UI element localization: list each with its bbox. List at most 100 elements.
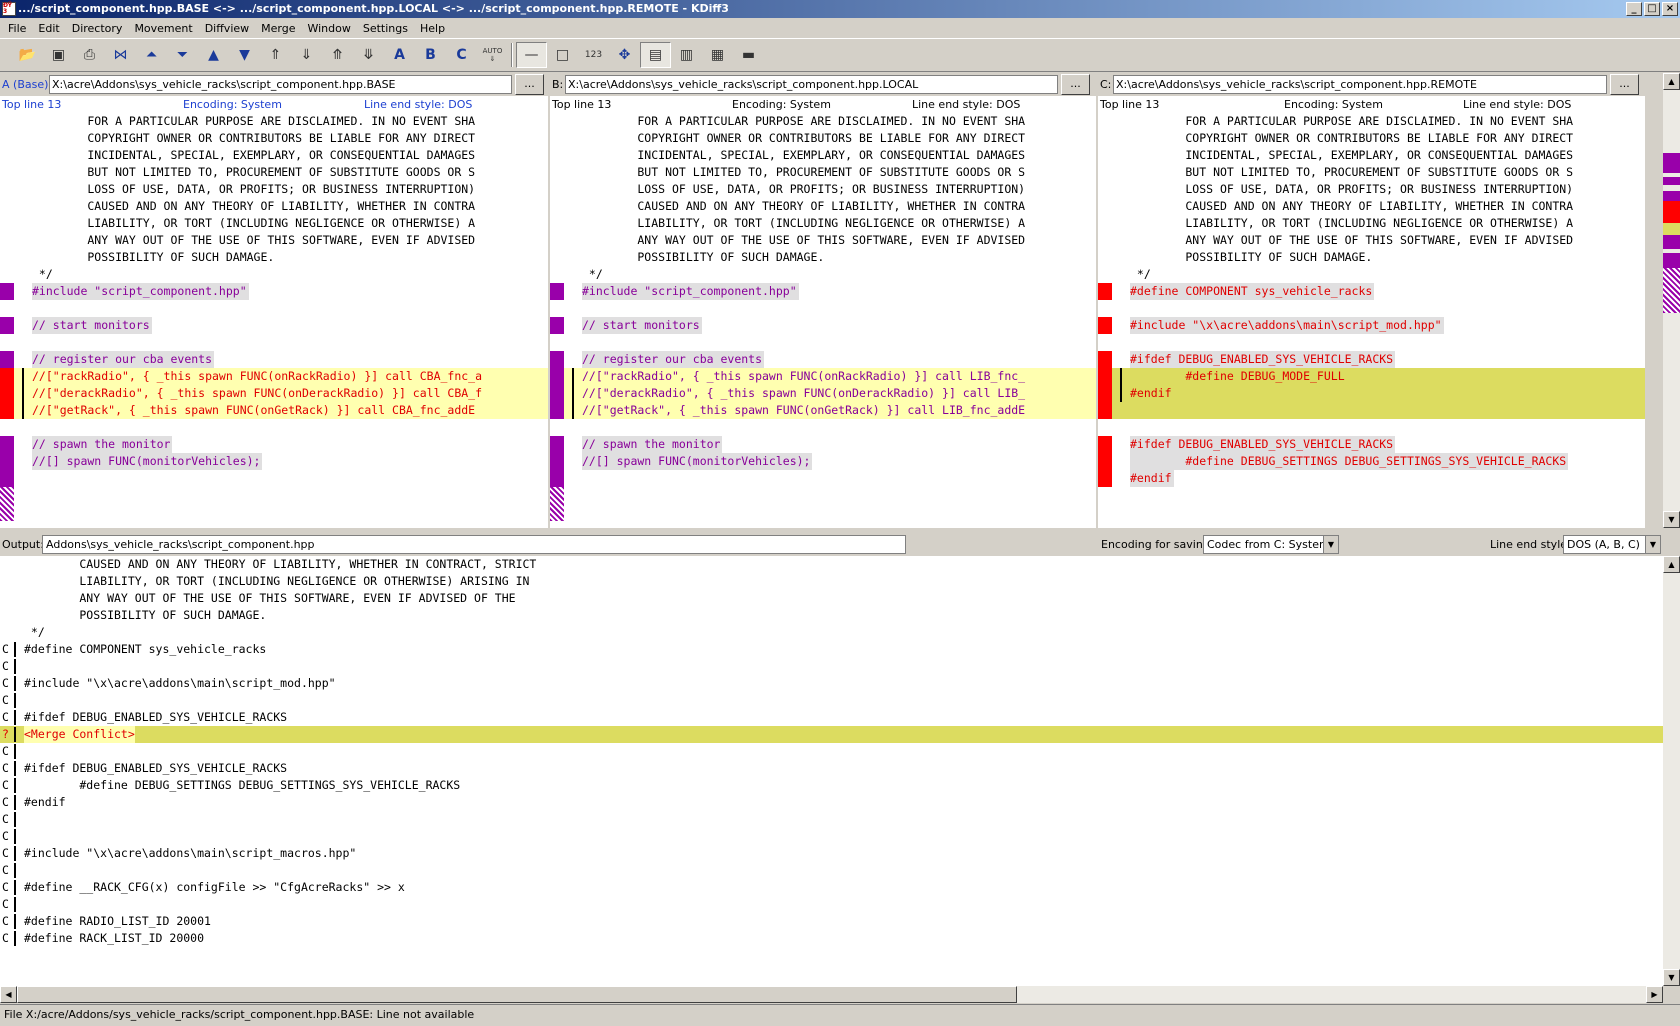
menu-settings[interactable]: Settings	[357, 22, 414, 35]
menu-diffview[interactable]: Diffview	[199, 22, 255, 35]
choose-b-label: B	[425, 47, 436, 63]
text-line: */	[582, 267, 603, 281]
pane-a-path-field[interactable]: X:\acre\Addons\sys_vehicle_racks\script_…	[49, 75, 512, 94]
layout-icon[interactable]: ▤	[640, 42, 671, 68]
text-line: #include "script_component.hpp"	[550, 283, 1096, 300]
text-line: //[] spawn FUNC(monitorVehicles);	[550, 453, 1096, 470]
close-button[interactable]: ×	[1662, 2, 1678, 16]
text-line: POSSIBILITY OF SUCH DAMAGE.	[32, 250, 275, 264]
menu-help[interactable]: Help	[414, 22, 451, 35]
menu-movement[interactable]: Movement	[128, 22, 198, 35]
text-line: //["rackRadio", { _this spawn FUNC(onRac…	[0, 368, 548, 385]
text-line: LOSS OF USE, DATA, OR PROFITS; OR BUSINE…	[32, 182, 476, 196]
save-icon[interactable]: ▣	[43, 42, 74, 68]
text-line: //["derackRadio", { _this spawn FUNC(onD…	[550, 385, 1096, 402]
toolbar-separator	[511, 43, 513, 67]
split-icon[interactable]: ▥	[671, 42, 702, 68]
line-end-select[interactable]: DOS (A, B, C) ▼	[1563, 535, 1661, 554]
output-line: C #ifdef DEBUG_ENABLED_SYS_VEHICLE_RACKS	[2, 761, 288, 776]
auto-advance-button[interactable]: AUTO ⇓	[477, 42, 508, 68]
scroll-down-icon[interactable]: ▼	[1663, 511, 1680, 528]
output-horizontal-scrollbar[interactable]: ◀ ▶	[0, 986, 1663, 1003]
go-next-delta-icon[interactable]: ▼	[229, 42, 260, 68]
go-current-icon[interactable]: ⋈	[105, 42, 136, 68]
encoding-saving-select[interactable]: Codec from C: System ▼	[1203, 535, 1339, 554]
pane-c-browse-button[interactable]: ...	[1610, 74, 1639, 95]
output-line: C #define DEBUG_SETTINGS DEBUG_SETTINGS_…	[2, 778, 461, 793]
menu-edit[interactable]: Edit	[32, 22, 65, 35]
diff-vertical-scrollbar[interactable]: ▲ ▼	[1663, 73, 1680, 528]
choose-c-button[interactable]: C	[446, 42, 477, 68]
output-path-field[interactable]: Addons\sys_vehicle_racks\script_componen…	[42, 535, 906, 554]
text-line	[550, 334, 1096, 351]
text-line	[0, 334, 548, 351]
pane-b-text[interactable]: FOR A PARTICULAR PURPOSE ARE DISCLAIMED.…	[550, 113, 1096, 528]
text-line: LIABILITY, OR TORT (INCLUDING NEGLIGENCE…	[32, 216, 476, 230]
menu-window[interactable]: Window	[301, 22, 356, 35]
output-label: Output:	[2, 538, 44, 551]
pane-a-text[interactable]: FOR A PARTICULAR PURPOSE ARE DISCLAIMED.…	[0, 113, 548, 528]
go-next-conflict-icon[interactable]: ⇓	[291, 42, 322, 68]
scroll-up-icon[interactable]: ▲	[1663, 556, 1680, 573]
menu-directory[interactable]: Directory	[66, 22, 129, 35]
toolbar: 📂 ▣ ⎙ ⋈ ⏶ ⏷ ▲ ▼ ⇑ ⇓ ⤊ ⤋ A B C AUTO ⇓ — □ …	[0, 38, 1680, 72]
show-whitespace-chars-icon[interactable]: □	[547, 42, 578, 68]
minimize-button[interactable]: _	[1626, 2, 1642, 16]
pane-b-browse-button[interactable]: ...	[1061, 74, 1090, 95]
scroll-up-icon[interactable]: ▲	[1663, 73, 1680, 90]
pane-c: C: X:\acre\Addons\sys_vehicle_racks\scri…	[1098, 73, 1645, 528]
scroll-thumb[interactable]	[17, 986, 1017, 1003]
text-line: #endif	[1098, 470, 1645, 487]
output-line: C	[0, 862, 1663, 879]
go-prev-unsolved-icon[interactable]: ⤊	[322, 42, 353, 68]
output-line: C #define RADIO_LIST_ID 20001	[2, 914, 211, 929]
merge-conflict-line[interactable]: ? <Merge Conflict>	[0, 726, 1663, 743]
open-icon[interactable]: 📂	[12, 42, 43, 68]
go-prev-conflict-icon[interactable]: ⇑	[260, 42, 291, 68]
text-line	[1098, 402, 1645, 419]
text-line	[0, 419, 548, 436]
text-line	[1098, 334, 1645, 351]
text-line: FOR A PARTICULAR PURPOSE ARE DISCLAIMED.…	[1130, 114, 1574, 128]
line-numbers-button[interactable]: 123	[578, 42, 609, 68]
pane-b-path-field[interactable]: X:\acre\Addons\sys_vehicle_racks\script_…	[565, 75, 1058, 94]
scroll-down-icon[interactable]: ▼	[1663, 969, 1680, 986]
output-line: C	[0, 896, 1663, 913]
merge-output-pane[interactable]: CAUSED AND ON ANY THEORY OF LIABILITY, W…	[0, 556, 1663, 986]
pane-c-text[interactable]: FOR A PARTICULAR PURPOSE ARE DISCLAIMED.…	[1098, 113, 1645, 528]
text-line: ANY WAY OUT OF THE USE OF THIS SOFTWARE,…	[582, 233, 1026, 247]
scroll-left-icon[interactable]: ◀	[0, 986, 17, 1003]
output-vertical-scrollbar[interactable]: ▲ ▼	[1663, 556, 1680, 986]
go-next-unsolved-icon[interactable]: ⤋	[353, 42, 384, 68]
go-top-icon[interactable]: ⏶	[136, 42, 167, 68]
text-line: COPYRIGHT OWNER OR CONTRIBUTORS BE LIABL…	[1130, 131, 1574, 145]
text-line: */	[32, 267, 53, 281]
text-line: LIABILITY, OR TORT (INCLUDING NEGLIGENCE…	[582, 216, 1026, 230]
menu-merge[interactable]: Merge	[255, 22, 301, 35]
maximize-button[interactable]: □	[1644, 2, 1660, 16]
text-line	[1098, 300, 1645, 317]
choose-b-button[interactable]: B	[415, 42, 446, 68]
show-whitespace-icon[interactable]: —	[516, 42, 547, 68]
text-line	[550, 470, 1096, 487]
chevron-down-icon[interactable]: ▼	[1645, 536, 1660, 553]
split-horizontal-icon[interactable]: ▦	[702, 42, 733, 68]
pane-c-path-field[interactable]: X:\acre\Addons\sys_vehicle_racks\script_…	[1113, 75, 1607, 94]
print-icon[interactable]: ⎙	[74, 42, 105, 68]
menu-bar: File Edit Directory Movement Diffview Me…	[0, 18, 1680, 38]
go-prev-delta-icon[interactable]: ▲	[198, 42, 229, 68]
status-bar: File X:/acre/Addons/sys_vehicle_racks/sc…	[0, 1004, 1680, 1026]
menu-file[interactable]: File	[2, 22, 32, 35]
scroll-right-icon[interactable]: ▶	[1646, 986, 1663, 1003]
pane-b: B: X:\acre\Addons\sys_vehicle_racks\scri…	[550, 73, 1096, 528]
choose-c-label: C	[456, 47, 467, 63]
toggle-icon[interactable]: ▬	[733, 42, 764, 68]
text-line	[550, 300, 1096, 317]
text-line	[1098, 487, 1645, 504]
pane-a-browse-button[interactable]: ...	[515, 74, 544, 95]
output-line: C	[0, 658, 1663, 675]
choose-a-button[interactable]: A	[384, 42, 415, 68]
overview-icon[interactable]: ✥	[609, 42, 640, 68]
chevron-down-icon[interactable]: ▼	[1323, 536, 1338, 553]
go-bottom-icon[interactable]: ⏷	[167, 42, 198, 68]
